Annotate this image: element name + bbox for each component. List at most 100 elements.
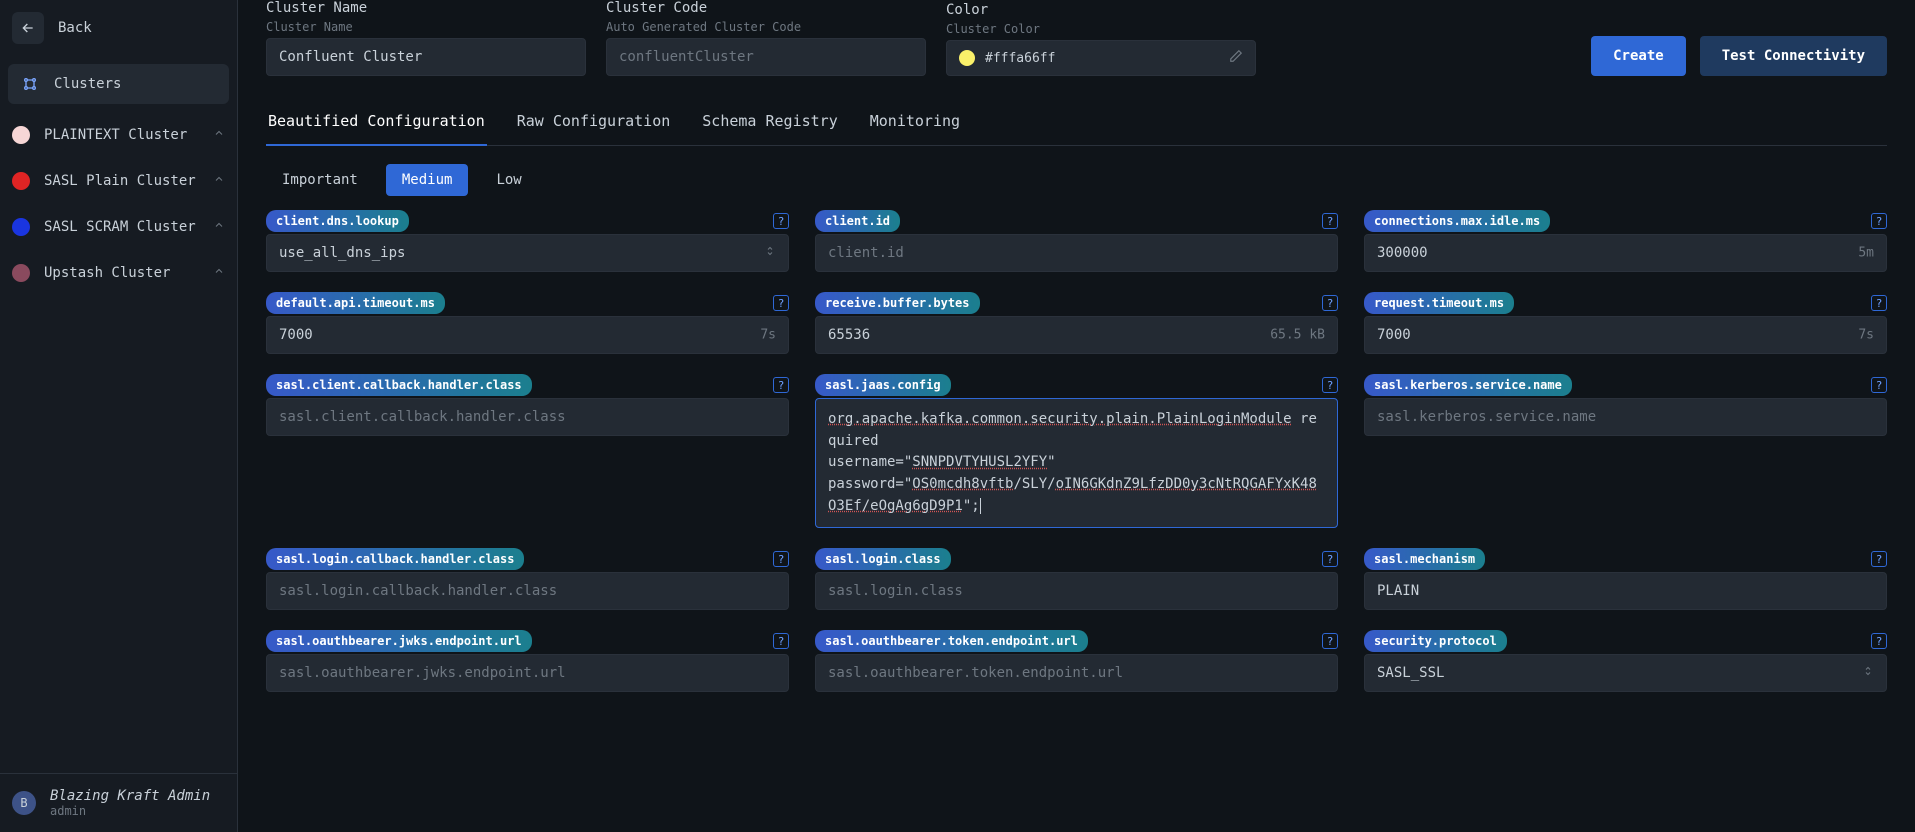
importance-tab[interactable]: Low — [480, 164, 537, 196]
config-tabs: Beautified Configuration Raw Configuratio… — [266, 102, 1887, 146]
config-key-pill: request.timeout.ms — [1364, 292, 1514, 314]
cluster-color-dot — [12, 218, 30, 236]
help-icon[interactable]: ? — [1871, 377, 1887, 393]
config-cell: request.timeout.ms?7s — [1364, 292, 1887, 354]
field-sublabel: Cluster Name — [266, 20, 586, 34]
config-input-wrap — [1364, 654, 1887, 692]
config-input-wrap — [815, 654, 1338, 692]
config-cell: connections.max.idle.ms? 5m — [1364, 210, 1887, 272]
tab[interactable]: Raw Configuration — [515, 102, 673, 146]
cluster-color-dot — [12, 264, 30, 282]
color-picker[interactable]: #fffa66ff — [946, 40, 1256, 76]
help-icon[interactable]: ? — [773, 551, 789, 567]
header-actions: Create Test Connectivity — [1591, 36, 1887, 76]
pencil-icon[interactable] — [1229, 49, 1243, 67]
config-cell: client.id? — [815, 210, 1338, 272]
help-icon[interactable]: ? — [1322, 551, 1338, 567]
config-cell: receive.buffer.bytes?65.5 kB — [815, 292, 1338, 354]
config-input[interactable] — [1365, 573, 1886, 609]
config-input-wrap — [266, 572, 789, 610]
sasl-jaas-config-textarea[interactable]: org.apache.kafka.common.security.plain.P… — [816, 399, 1337, 527]
config-input[interactable] — [1365, 317, 1886, 353]
help-icon[interactable]: ? — [773, 213, 789, 229]
config-key-pill: connections.max.idle.ms — [1364, 210, 1550, 232]
field-label: Cluster Name — [266, 0, 586, 16]
help-icon[interactable]: ? — [1871, 213, 1887, 229]
user-sub: admin — [50, 804, 210, 818]
config-input[interactable] — [816, 655, 1337, 691]
config-input[interactable] — [1365, 235, 1886, 271]
config-input[interactable] — [816, 317, 1337, 353]
config-key-pill: client.id — [815, 210, 900, 232]
side-nav: Clusters — [0, 56, 237, 112]
tab[interactable]: Monitoring — [868, 102, 962, 146]
main: Cluster Name Cluster Name Cluster Code A… — [238, 0, 1915, 832]
config-input[interactable] — [267, 655, 788, 691]
config-input[interactable] — [267, 317, 788, 353]
back-button[interactable] — [12, 12, 44, 44]
config-key-pill: sasl.kerberos.service.name — [1364, 374, 1572, 396]
config-input-wrap — [266, 234, 789, 272]
config-cell: sasl.client.callback.handler.class? — [266, 374, 789, 528]
sidebar-item-clusters[interactable]: Clusters — [8, 64, 229, 104]
test-connectivity-button[interactable]: Test Connectivity — [1700, 36, 1887, 76]
tab[interactable]: Beautified Configuration — [266, 102, 487, 146]
config-input[interactable] — [1365, 655, 1886, 691]
cluster-name-block: Cluster Name Cluster Name — [266, 0, 586, 76]
help-icon[interactable]: ? — [1322, 377, 1338, 393]
help-icon[interactable]: ? — [773, 633, 789, 649]
config-input[interactable] — [816, 573, 1337, 609]
config-input-wrap — [815, 234, 1338, 272]
config-key-pill: sasl.oauthbearer.token.endpoint.url — [815, 630, 1088, 652]
config-cell: sasl.mechanism? — [1364, 548, 1887, 610]
importance-tabs: Important Medium Low — [266, 164, 1887, 196]
config-input-wrap — [1364, 398, 1887, 436]
config-input[interactable] — [267, 399, 788, 435]
importance-tab[interactable]: Important — [266, 164, 374, 196]
config-input-wrap — [266, 398, 789, 436]
chevron-down-icon — [213, 173, 225, 189]
help-icon[interactable]: ? — [1322, 295, 1338, 311]
field-label: Color — [946, 2, 1256, 18]
help-icon[interactable]: ? — [1871, 551, 1887, 567]
config-cell: security.protocol? — [1364, 630, 1887, 692]
cluster-label: SASL SCRAM Cluster — [44, 219, 196, 235]
config-cell: sasl.oauthbearer.jwks.endpoint.url? — [266, 630, 789, 692]
help-icon[interactable]: ? — [1871, 295, 1887, 311]
config-input[interactable] — [1365, 399, 1886, 435]
field-sublabel: Auto Generated Cluster Code — [606, 20, 926, 34]
help-icon[interactable]: ? — [1322, 633, 1338, 649]
cluster-label: SASL Plain Cluster — [44, 173, 196, 189]
help-icon[interactable]: ? — [1871, 633, 1887, 649]
help-icon[interactable]: ? — [773, 295, 789, 311]
help-icon[interactable]: ? — [1322, 213, 1338, 229]
sidebar-cluster-item[interactable]: PLAINTEXT Cluster — [0, 112, 237, 158]
user-row[interactable]: B Blazing Kraft Admin admin — [0, 773, 237, 832]
create-button[interactable]: Create — [1591, 36, 1686, 76]
config-key-pill: sasl.client.callback.handler.class — [266, 374, 532, 396]
sidebar-cluster-item[interactable]: SASL SCRAM Cluster — [0, 204, 237, 250]
config-key-pill: sasl.mechanism — [1364, 548, 1485, 570]
config-cell: sasl.login.callback.handler.class? — [266, 548, 789, 610]
config-input[interactable] — [816, 235, 1337, 271]
cluster-code-input[interactable] — [606, 38, 926, 76]
help-icon[interactable]: ? — [773, 377, 789, 393]
config-input[interactable] — [267, 235, 788, 271]
field-label: Cluster Code — [606, 0, 926, 16]
config-input[interactable] — [267, 573, 788, 609]
cluster-color-dot — [12, 172, 30, 190]
config-cell: sasl.oauthbearer.token.endpoint.url? — [815, 630, 1338, 692]
config-input-wrap — [1364, 572, 1887, 610]
cluster-name-input[interactable] — [266, 38, 586, 76]
importance-tab[interactable]: Medium — [386, 164, 469, 196]
user-name: Blazing Kraft Admin — [50, 788, 210, 804]
config-cell: sasl.jaas.config?org.apache.kafka.common… — [815, 374, 1338, 528]
config-suffix: 65.5 kB — [1270, 328, 1325, 343]
tab[interactable]: Schema Registry — [700, 102, 839, 146]
sidebar-cluster-item[interactable]: SASL Plain Cluster — [0, 158, 237, 204]
header-form: Cluster Name Cluster Name Cluster Code A… — [266, 0, 1887, 76]
config-input-wrap: 5m — [1364, 234, 1887, 272]
chevron-down-icon — [213, 265, 225, 281]
sidebar-cluster-item[interactable]: Upstash Cluster — [0, 250, 237, 296]
field-sublabel: Cluster Color — [946, 22, 1256, 36]
